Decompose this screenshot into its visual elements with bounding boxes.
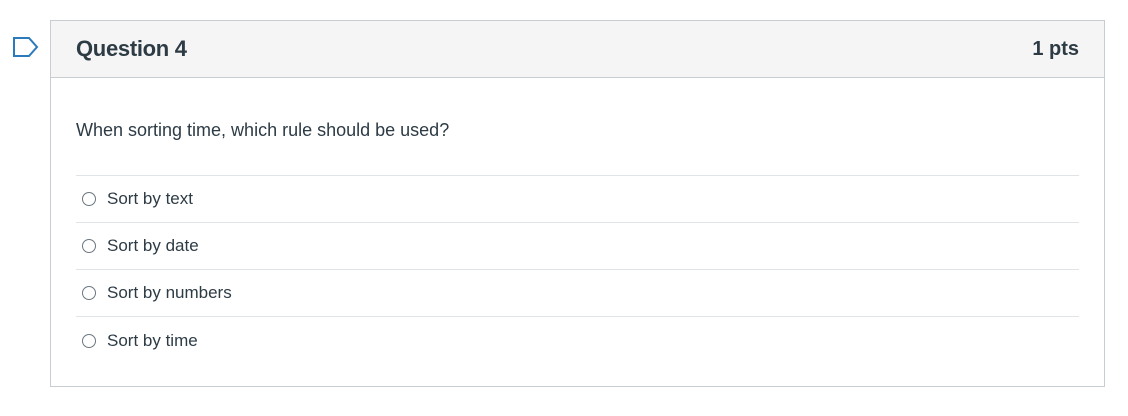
answer-label: Sort by numbers <box>107 283 232 302</box>
question-body: When sorting time, which rule should be … <box>51 119 1104 364</box>
answer-label: Sort by date <box>107 236 199 255</box>
answer-option-3[interactable]: Sort by numbers <box>76 270 1079 317</box>
question-text: When sorting time, which rule should be … <box>76 120 450 140</box>
answer-list: Sort by text Sort by date Sort by number… <box>76 175 1079 364</box>
answer-label: Sort by text <box>107 189 193 208</box>
flag-question-icon[interactable] <box>12 36 40 58</box>
answer-option-1[interactable]: Sort by text <box>76 176 1079 223</box>
radio-unchecked-icon[interactable] <box>82 239 96 253</box>
flag-icon <box>13 37 39 57</box>
question-card: Question 4 1 pts When sorting time, whic… <box>50 20 1105 387</box>
question-title: Question 4 <box>76 36 187 61</box>
question-header: Question 4 1 pts <box>51 21 1104 78</box>
radio-unchecked-icon[interactable] <box>82 333 96 348</box>
question-points: 1 pts <box>1032 37 1079 60</box>
answer-option-2[interactable]: Sort by date <box>76 223 1079 270</box>
answer-label: Sort by time <box>107 330 198 350</box>
radio-unchecked-icon[interactable] <box>82 192 96 206</box>
answer-option-4[interactable]: Sort by time <box>76 317 1079 364</box>
radio-unchecked-icon[interactable] <box>82 286 96 300</box>
